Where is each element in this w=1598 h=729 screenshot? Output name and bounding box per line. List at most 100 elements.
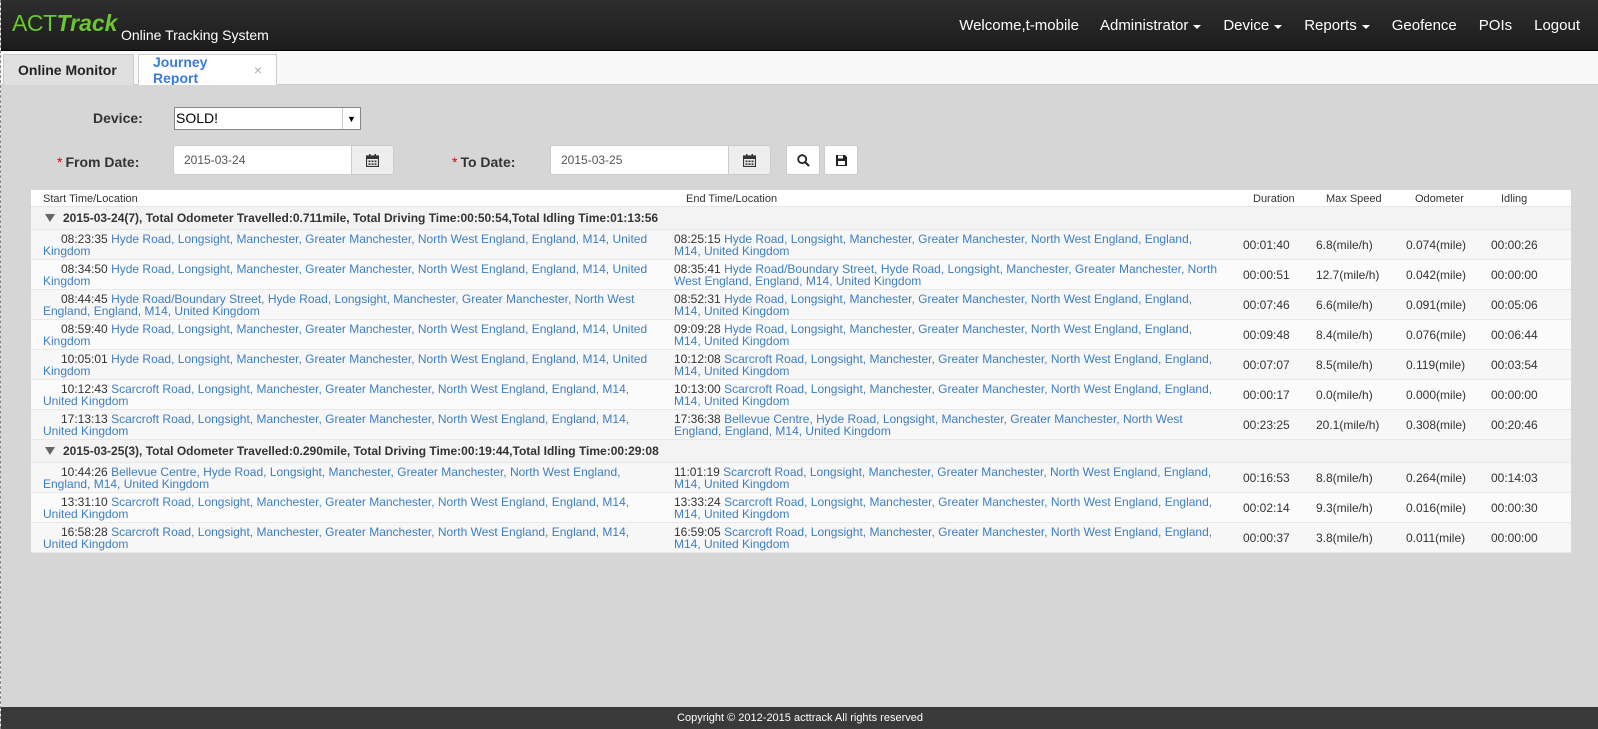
start-cell: 08:23:35 Hyde Road, Longsight, Mancheste… xyxy=(43,233,649,257)
odometer-cell: 0.011(mile) xyxy=(1406,531,1466,545)
start-cell: 17:13:13 Scarcroft Road, Longsight, Manc… xyxy=(43,413,649,437)
table-row: 08:44:45 Hyde Road/Boundary Street, Hyde… xyxy=(31,290,1571,320)
header-start: Start Time/Location xyxy=(43,193,138,205)
max-speed-cell: 20.1(mile/h) xyxy=(1316,418,1380,432)
tab-journey-report[interactable]: Journey Report × xyxy=(138,54,277,86)
start-cell: 10:44:26 Bellevue Centre, Hyde Road, Lon… xyxy=(43,466,649,490)
end-cell: 11:01:19 Scarcroft Road, Longsight, Manc… xyxy=(674,466,1219,490)
search-button[interactable] xyxy=(786,145,820,175)
nav-geofence[interactable]: Geofence xyxy=(1381,0,1468,51)
table-row: 13:31:10 Scarcroft Road, Longsight, Manc… xyxy=(31,493,1571,523)
to-date-label: * To Date: xyxy=(452,154,515,170)
chevron-down-icon xyxy=(1274,24,1283,29)
end-location-link[interactable]: Hyde Road, Longsight, Manchester, Greate… xyxy=(674,322,1192,348)
brand-logo[interactable]: ACTTrack xyxy=(12,10,117,37)
idling-cell: 00:00:00 xyxy=(1491,268,1538,282)
end-location-link[interactable]: Scarcroft Road, Longsight, Manchester, G… xyxy=(674,352,1212,378)
end-location-link[interactable]: Scarcroft Road, Longsight, Manchester, G… xyxy=(674,495,1212,521)
chevron-down-icon xyxy=(1193,24,1202,29)
table-row: 08:59:40 Hyde Road, Longsight, Mancheste… xyxy=(31,320,1571,350)
to-date-calendar-button[interactable] xyxy=(729,145,771,175)
to-date-input[interactable]: 2015-03-25 xyxy=(550,145,729,175)
odometer-cell: 0.000(mile) xyxy=(1406,388,1467,402)
start-location-link[interactable]: Scarcroft Road, Longsight, Manchester, G… xyxy=(43,412,629,438)
brand-act: ACT xyxy=(12,10,57,36)
max-speed-cell: 8.8(mile/h) xyxy=(1316,471,1373,485)
welcome-text: Welcome,t-mobile xyxy=(959,17,1079,34)
end-cell: 08:25:15 Hyde Road, Longsight, Mancheste… xyxy=(674,233,1219,257)
end-location-link[interactable]: Bellevue Centre, Hyde Road, Longsight, M… xyxy=(674,412,1183,438)
device-select-value: SOLD! xyxy=(176,110,219,126)
chevron-down-icon xyxy=(1361,24,1370,29)
max-speed-cell: 9.3(mile/h) xyxy=(1316,501,1373,515)
end-location-link[interactable]: Scarcroft Road, Longsight, Manchester, G… xyxy=(674,525,1212,551)
tab-online-monitor-label: Online Monitor xyxy=(18,62,117,78)
duration-cell: 00:07:07 xyxy=(1243,358,1290,372)
triangle-down-icon[interactable] xyxy=(45,214,55,222)
device-label: Device: xyxy=(93,110,143,126)
calendar-icon xyxy=(366,153,379,167)
max-speed-cell: 6.6(mile/h) xyxy=(1316,298,1373,312)
max-speed-cell: 8.4(mile/h) xyxy=(1316,328,1373,342)
idling-cell: 00:00:30 xyxy=(1491,501,1538,515)
end-location-link[interactable]: Scarcroft Road, Longsight, Manchester, G… xyxy=(674,465,1211,491)
start-location-link[interactable]: Scarcroft Road, Longsight, Manchester, G… xyxy=(43,382,629,408)
duration-cell: 00:07:46 xyxy=(1243,298,1290,312)
device-select[interactable]: SOLD! ▼ xyxy=(174,107,361,130)
report-content: Device: SOLD! ▼ * From Date: 2015-03-24 *… xyxy=(1,85,1598,707)
max-speed-cell: 8.5(mile/h) xyxy=(1316,358,1373,372)
nav-device[interactable]: Device xyxy=(1212,0,1293,51)
idling-cell: 00:00:00 xyxy=(1491,531,1538,545)
idling-cell: 00:06:44 xyxy=(1491,328,1538,342)
start-location-link[interactable]: Scarcroft Road, Longsight, Manchester, G… xyxy=(43,525,629,551)
idling-cell: 00:00:26 xyxy=(1491,238,1538,252)
end-location-link[interactable]: Hyde Road, Longsight, Manchester, Greate… xyxy=(674,292,1192,318)
from-date-calendar-button[interactable] xyxy=(352,145,394,175)
start-location-link[interactable]: Scarcroft Road, Longsight, Manchester, G… xyxy=(43,495,629,521)
search-icon xyxy=(796,153,810,167)
start-cell: 08:34:50 Hyde Road, Longsight, Mancheste… xyxy=(43,263,649,287)
nav-logout[interactable]: Logout xyxy=(1523,0,1598,51)
start-location-link[interactable]: Hyde Road/Boundary Street, Hyde Road, Lo… xyxy=(43,292,634,318)
odometer-cell: 0.074(mile) xyxy=(1406,238,1467,252)
select-arrow-icon: ▼ xyxy=(342,108,360,129)
from-date-input[interactable]: 2015-03-24 xyxy=(173,145,352,175)
duration-cell: 00:23:25 xyxy=(1243,418,1290,432)
start-cell: 08:59:40 Hyde Road, Longsight, Mancheste… xyxy=(43,323,649,347)
end-cell: 08:52:31 Hyde Road, Longsight, Mancheste… xyxy=(674,293,1219,317)
from-date-label: * From Date: xyxy=(57,154,139,170)
triangle-down-icon[interactable] xyxy=(45,447,55,455)
end-cell: 13:33:24 Scarcroft Road, Longsight, Manc… xyxy=(674,496,1219,520)
end-cell: 16:59:05 Scarcroft Road, Longsight, Manc… xyxy=(674,526,1219,550)
start-location-link[interactable]: Hyde Road, Longsight, Manchester, Greate… xyxy=(43,322,647,348)
nav-administrator-label: Administrator xyxy=(1099,17,1189,34)
nav-pois[interactable]: POIs xyxy=(1468,0,1523,51)
table-row: 08:23:35 Hyde Road, Longsight, Mancheste… xyxy=(31,230,1571,260)
odometer-cell: 0.016(mile) xyxy=(1406,501,1467,515)
start-location-link[interactable]: Bellevue Centre, Hyde Road, Longsight, M… xyxy=(43,465,620,491)
end-cell: 10:13:00 Scarcroft Road, Longsight, Manc… xyxy=(674,383,1219,407)
end-location-link[interactable]: Hyde Road, Longsight, Manchester, Greate… xyxy=(674,232,1192,258)
end-location-link[interactable]: Hyde Road/Boundary Street, Hyde Road, Lo… xyxy=(674,262,1217,288)
nav-device-label: Device xyxy=(1223,17,1270,34)
end-location-link[interactable]: Scarcroft Road, Longsight, Manchester, G… xyxy=(674,382,1212,408)
odometer-cell: 0.264(mile) xyxy=(1406,471,1467,485)
header-end: End Time/Location xyxy=(686,193,778,205)
header-max-speed: Max Speed xyxy=(1326,193,1382,205)
calendar-icon xyxy=(743,153,756,167)
duration-cell: 00:16:53 xyxy=(1243,471,1290,485)
nav-administrator[interactable]: Administrator xyxy=(1089,0,1212,51)
tab-online-monitor[interactable]: Online Monitor xyxy=(3,54,134,85)
nav-reports[interactable]: Reports xyxy=(1293,0,1381,51)
close-icon[interactable]: × xyxy=(254,62,262,78)
save-button[interactable] xyxy=(824,145,858,175)
max-speed-cell: 3.8(mile/h) xyxy=(1316,531,1373,545)
footer-copyright: Copyright © 2012-2015 acttrack All right… xyxy=(1,707,1598,729)
start-location-link[interactable]: Hyde Road, Longsight, Manchester, Greate… xyxy=(43,262,647,288)
start-location-link[interactable]: Hyde Road, Longsight, Manchester, Greate… xyxy=(43,352,647,378)
group-row[interactable]: 2015-03-24(7), Total Odometer Travelled:… xyxy=(31,207,1571,230)
group-row[interactable]: 2015-03-25(3), Total Odometer Travelled:… xyxy=(31,440,1571,463)
brand-subtitle: Online Tracking System xyxy=(121,27,269,43)
required-mark: * xyxy=(57,154,63,170)
start-location-link[interactable]: Hyde Road, Longsight, Manchester, Greate… xyxy=(43,232,647,258)
